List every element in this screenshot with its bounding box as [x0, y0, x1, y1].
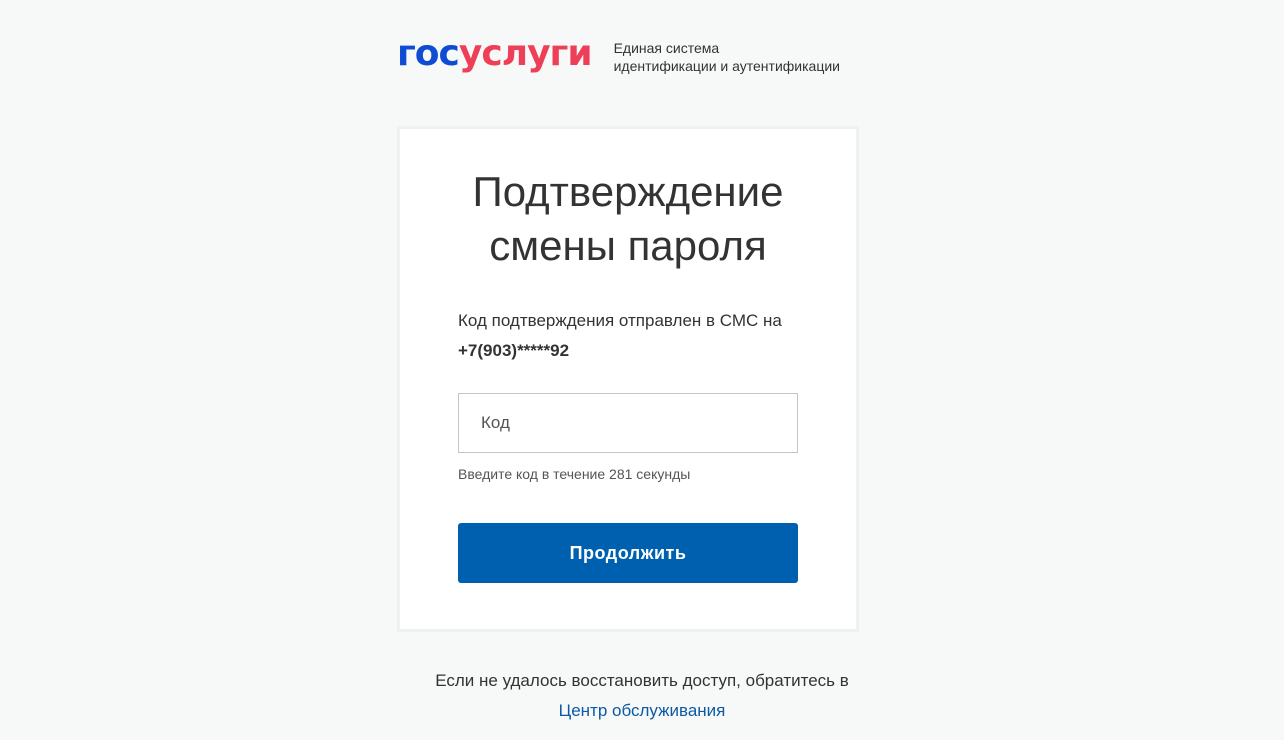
system-subtitle: Единая система идентификации и аутентифи… — [614, 39, 840, 75]
support-link-wrapper: Центр обслуживания — [0, 696, 1284, 726]
support-text: Если не удалось восстановить доступ, обр… — [435, 671, 849, 690]
code-timer-hint: Введите код в течение 281 секунды — [458, 466, 691, 482]
header: гос услуги Единая система идентификации и… — [397, 33, 840, 80]
logo-text-uslugi: услуги — [458, 33, 593, 74]
password-change-card: Подтверждение смены пароля Код подтвержд… — [397, 126, 859, 632]
page-title: Подтверждение смены пароля — [400, 165, 856, 273]
logo-text-gos: гос — [397, 33, 460, 74]
service-center-link[interactable]: Центр обслуживания — [559, 701, 726, 720]
subtitle-line-2: идентификации и аутентификации — [613, 58, 840, 74]
title-line-1: Подтверждение — [472, 168, 784, 215]
support-footer: Если не удалось восстановить доступ, обр… — [0, 666, 1284, 726]
sms-sent-message: Код подтверждения отправлен в СМС на +7(… — [458, 306, 818, 366]
sms-sent-label: Код подтверждения отправлен в СМС на — [458, 311, 782, 330]
title-line-2: смены пароля — [489, 222, 767, 269]
continue-button[interactable]: Продолжить — [458, 523, 798, 583]
confirmation-code-input[interactable] — [458, 393, 798, 453]
gosuslugi-logo[interactable]: гос услуги — [397, 33, 593, 74]
masked-phone-number: +7(903)*****92 — [458, 341, 570, 360]
subtitle-line-1: Единая система — [613, 40, 720, 56]
